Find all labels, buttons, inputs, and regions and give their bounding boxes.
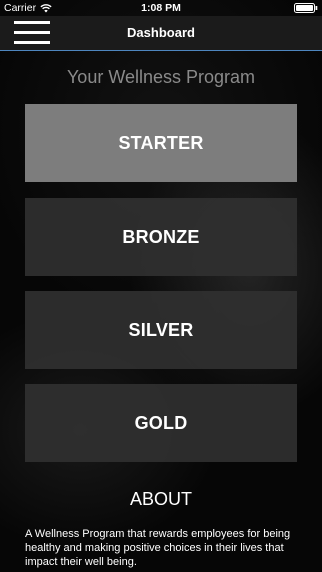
tier-gold-button[interactable]: GOLD — [25, 384, 297, 462]
program-title: Your Wellness Program — [66, 67, 256, 87]
tier-starter-button[interactable]: STARTER — [25, 104, 297, 182]
status-bar: Carrier 1:08 PM — [0, 0, 322, 16]
about-text: A Wellness Program that rewards employee… — [25, 528, 291, 568]
about-title: ABOUT — [129, 489, 192, 509]
app-screen: Carrier 1:08 PM Dashboard Your Wellness … — [0, 0, 322, 572]
nav-title: Dashboard — [127, 25, 195, 40]
nav-bar: Dashboard — [0, 16, 322, 51]
tier-bronze-button[interactable]: BRONZE — [25, 198, 297, 276]
status-time: 1:08 PM — [141, 2, 181, 14]
tier-silver-button[interactable]: SILVER — [25, 291, 297, 369]
battery-icon — [294, 3, 318, 13]
